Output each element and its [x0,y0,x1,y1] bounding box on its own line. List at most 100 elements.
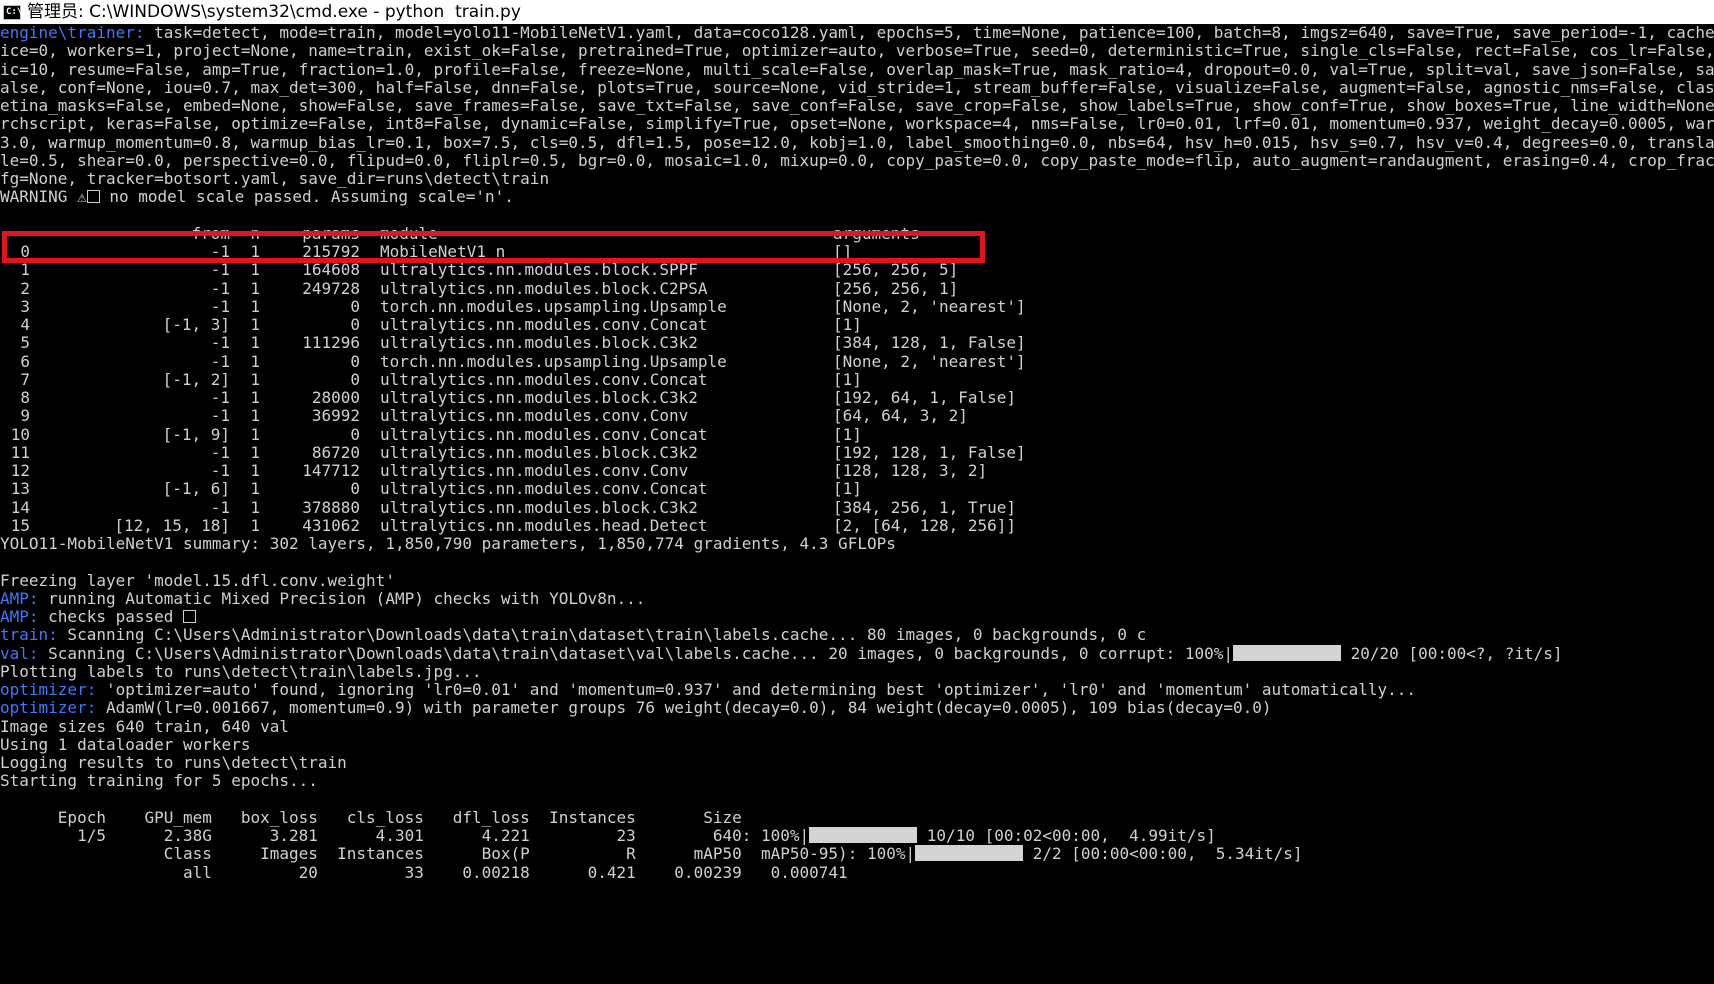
val-row: all 20 33 0.00218 0.421 0.00239 0.000741 [0,863,848,883]
module-cell-from: -1 [210,388,230,407]
console-output[interactable]: engine\trainer: task=detect, mode=train,… [0,24,1714,984]
module-cell-from: -1 [210,461,230,480]
summary-text: YOLO11-MobileNetV1 summary: 302 layers, … [0,534,896,553]
log-prefix: optimizer: [0,698,97,718]
train-header-text: Epoch GPU_mem box_loss cls_loss dfl_loss… [0,807,742,827]
console-line: AMP: running Automatic Mixed Precision (… [0,589,645,609]
console-text: Starting training for 5 epochs... [0,771,318,791]
module-cell-module: torch.nn.modules.upsampling.Upsample [380,296,727,316]
val-header-text: Class Images Instances Box(P R mAP50 mAP… [0,844,916,864]
module-cell-args: [None, 2, 'nearest'] [833,351,1026,371]
module-cell-from: [-1, 9] [162,424,230,444]
console-line: AMP: checks passed [0,607,197,627]
module-cell-params: 0 [350,424,360,444]
module-cell-params: 164608 [302,260,360,280]
warning-line: WARNING ⚠ no model scale passed. Assumin… [0,187,514,207]
module-cell-module: ultralytics.nn.modules.conv.Concat [380,315,708,334]
module-cell-from: -1 [210,278,230,298]
module-cell-args: [2, [64, 128, 256]] [833,515,1017,535]
val-progress-bar [915,845,1024,862]
module-cell-from: -1 [210,333,230,353]
module-cell-n: 1 [250,479,260,499]
module-cell-idx: 1 [20,260,30,280]
warning-text: WARNING ⚠ [0,187,87,207]
console-line: rchscript, keras=False, optimize=False, … [0,114,1714,134]
module-cell-idx: 14 [10,497,30,517]
module-cell-params: 86720 [311,442,360,462]
module-cell-module: ultralytics.nn.modules.block.C3k2 [380,388,698,407]
log-prefix: train: [0,625,58,645]
module-cell-args: [128, 128, 3, 2] [833,461,988,480]
console-line: 3.0, warmup_momentum=0.8, warmup_bias_lr… [0,133,1714,153]
console-line: Using 1 dataloader workers [0,735,250,755]
console-text: Scanning C:\Users\Administrator\Download… [57,625,1147,645]
console-text: AdamW(lr=0.001667, momentum=0.9) with pa… [96,698,1272,718]
console-line: alse, conf=None, iou=0.7, max_det=300, h… [0,78,1714,98]
module-cell-params: 36992 [311,406,360,426]
val-row-text: all 20 33 0.00218 0.421 0.00239 0.000741 [0,862,848,882]
module-cell-args: [256, 256, 5] [833,260,959,280]
title-bar[interactable]: C:\ 管理员: C:\WINDOWS\system32\cmd.exe - p… [0,0,1714,24]
console-text: ic=10, resume=False, amp=True, fraction=… [0,59,1714,79]
cmd-icon[interactable]: C:\ [3,4,22,20]
module-cell-idx: 9 [20,406,30,426]
module-header-cell: arguments [833,223,920,243]
module-cell-module: ultralytics.nn.modules.conv.Conv [380,406,689,426]
module-cell-idx: 7 [20,369,30,389]
module-cell-module: ultralytics.nn.modules.conv.Concat [380,479,708,499]
log-prefix: engine\trainer: [0,24,145,42]
module-cell-n: 1 [250,497,260,517]
console-line: etina_masks=False, embed=None, show=Fals… [0,96,1714,116]
log-prefix: optimizer: [0,680,97,699]
module-cell-args: [192, 128, 1, False] [833,442,1026,462]
module-cell-n: 1 [250,351,260,371]
console-text: etina_masks=False, embed=None, show=Fals… [0,96,1714,115]
module-cell-n: 1 [250,333,260,353]
module-cell-args: [1] [833,315,862,334]
train-header: Epoch GPU_mem box_loss cls_loss dfl_loss… [0,808,742,828]
console-line: val: Scanning C:\Users\Administrator\Dow… [0,644,1563,664]
module-cell-args: [1] [833,479,862,499]
console-line: Starting training for 5 epochs... [0,771,318,791]
console-line: le=0.5, shear=0.0, perspective=0.0, flip… [0,151,1714,171]
console-text: Image sizes 640 train, 640 val [0,716,289,736]
val-header-text: 2/2 [00:00<00:00, 5.34it/s] [1023,844,1303,864]
module-cell-from: [-1, 3] [162,315,230,334]
console-line: ice=0, workers=1, project=None, name=tra… [0,41,1714,61]
module-cell-module: torch.nn.modules.upsampling.Upsample [380,351,727,371]
module-cell-idx: 12 [10,461,30,480]
console-line: optimizer: AdamW(lr=0.001667, momentum=0… [0,698,1272,718]
module-cell-params: 0 [350,351,360,371]
module-cell-n: 1 [250,388,260,407]
module-header-cell: n [250,223,260,243]
module-cell-module: ultralytics.nn.modules.head.Detect [380,515,708,535]
module-header-cell: from [191,223,230,243]
module-cell-module: ultralytics.nn.modules.conv.Concat [380,424,708,444]
module-cell-idx: 5 [20,333,30,353]
module-cell-from: -1 [210,242,230,261]
module-header-cell: module [380,223,438,243]
module-cell-idx: 13 [10,479,30,499]
console-text: task=detect, mode=train, model=yolo11-Mo… [154,24,1714,42]
console-text: Using 1 dataloader workers [0,734,251,754]
module-cell-args: [384, 256, 1, True] [833,497,1017,517]
train-row-text: 1/5 2.38G 3.281 4.301 4.221 23 640: 100%… [0,826,810,845]
module-cell-params: 378880 [302,497,360,517]
module-cell-params: 111296 [302,333,360,353]
module-cell-n: 1 [250,296,260,316]
module-cell-idx: 0 [20,242,30,261]
console-text: running Automatic Mixed Precision (AMP) … [38,588,646,608]
train-row: 1/5 2.38G 3.281 4.301 4.221 23 640: 100%… [0,826,1216,846]
cmd-window: C:\ 管理员: C:\WINDOWS\system32\cmd.exe - p… [0,0,1714,984]
module-cell-module: MobileNetV1_n [380,242,506,261]
summary-line: YOLO11-MobileNetV1 summary: 302 layers, … [0,534,896,554]
console-text: ice=0, workers=1, project=None, name=tra… [0,41,1714,61]
module-cell-params: 249728 [302,278,360,298]
module-cell-module: ultralytics.nn.modules.block.C3k2 [380,442,698,462]
console-text: Freezing layer 'model.15.dfl.conv.weight… [0,570,395,590]
console-text: Logging results to runs\detect\train [0,753,347,772]
module-cell-args: [384, 128, 1, False] [833,333,1026,353]
console-text: alse, conf=None, iou=0.7, max_det=300, h… [0,77,1714,97]
module-cell-from: -1 [210,406,230,426]
module-cell-n: 1 [250,369,260,389]
